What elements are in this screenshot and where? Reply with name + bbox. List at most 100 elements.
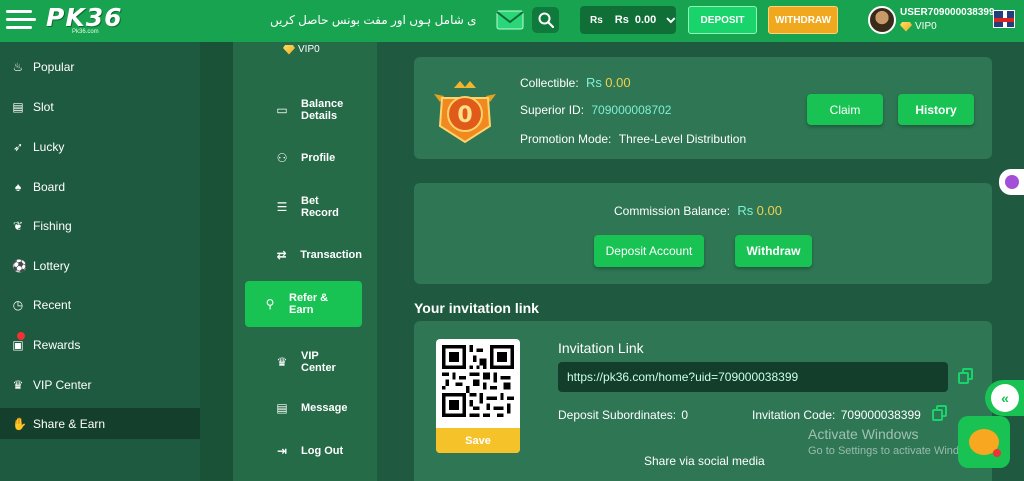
refer-icon: ⚲ (265, 297, 275, 311)
fish-icon: ❦ (12, 218, 24, 233)
account-item-profile[interactable]: ⚇ Profile (245, 135, 362, 181)
user-icon: ⚇ (276, 151, 288, 165)
account-item-label: VIP Center (301, 350, 336, 374)
account-item-refer-earn[interactable]: ⚲ Refer & Earn (245, 281, 362, 327)
invitation-link-title: Invitation Link (558, 340, 644, 356)
sidebar-item-fishing[interactable]: ❦ Fishing (0, 210, 200, 241)
deposit-subordinates-label: Deposit Subordinates: (558, 408, 677, 422)
claim-button[interactable]: Claim (807, 94, 883, 125)
deposit-button[interactable]: DEPOSIT (688, 6, 757, 34)
gift-icon: ▣ (12, 337, 24, 352)
collectible-label: Collectible: (520, 76, 579, 90)
sidebar-item-slot[interactable]: ▤ Slot (0, 91, 200, 122)
sidebar-item-label: Board (33, 179, 66, 194)
collectible-row: Collectible: Rs 0.00 (520, 75, 631, 90)
copy-code-icon[interactable] (932, 405, 948, 422)
account-item-transaction[interactable]: ⇄ Transaction (245, 232, 362, 278)
logo-subtitle: Pk36.com (72, 29, 99, 35)
invitation-link-value: https://pk36.com/home?uid=709000038399 (567, 370, 799, 384)
share-social-label: Share via social media (644, 454, 765, 468)
collapse-button[interactable]: « (985, 380, 1024, 416)
sidebar-item-share-earn[interactable]: ✋ Share & Earn (0, 408, 200, 439)
content-gutter (200, 42, 233, 481)
live-chat-button[interactable] (958, 416, 1010, 468)
diamond-icon (283, 44, 295, 55)
deposit-account-button[interactable]: Deposit Account (594, 235, 704, 267)
sidebar-item-label: Share & Earn (33, 416, 106, 431)
uk-flag-icon[interactable] (993, 10, 1015, 28)
account-item-label: Profile (301, 152, 336, 164)
menu-icon[interactable] (6, 8, 36, 32)
sidebar-item-lucky[interactable]: ➶ Lucky (0, 131, 200, 162)
commission-value: 0.00 (756, 203, 782, 218)
deposit-subordinates-row: Deposit Subordinates: 0 (558, 408, 688, 422)
collectible-value: 0.00 (605, 75, 631, 90)
logo[interactable]: PK36 (46, 3, 123, 32)
account-item-vip-center[interactable]: ♛ VIP Center (245, 339, 362, 385)
diamond-icon (900, 21, 912, 32)
vip-level: VIP0 (915, 21, 937, 32)
windows-activation-title: Activate Windows (808, 426, 919, 442)
account-item-log-out[interactable]: ⇥ Log Out (245, 428, 362, 474)
account-item-label: Log Out (301, 445, 344, 457)
floating-side-tab[interactable] (999, 169, 1024, 195)
history-button[interactable]: History (898, 94, 974, 125)
account-item-label: Balance Details (301, 98, 344, 122)
promotion-mode-value: Three-Level Distribution (618, 132, 747, 146)
search-button[interactable] (532, 7, 559, 33)
message-icon: ▤ (276, 401, 288, 415)
promotion-mode-row: Promotion Mode: Three-Level Distribution (520, 132, 746, 146)
sidebar-item-label: VIP Center (33, 377, 92, 392)
commission-balance-label: Commission Balance: (614, 204, 731, 218)
sidebar-item-board[interactable]: ♠ Board (0, 171, 200, 202)
account-menu: VIP0 ▭ Balance Details ⚇ Profile ☰ Bet R… (233, 42, 377, 481)
commission-balance-row: Commission Balance: Rs 0.00 (614, 203, 782, 218)
account-item-message[interactable]: ▤ Message (245, 385, 362, 431)
sidebar-item-popular[interactable]: ♨ Popular (0, 51, 200, 82)
ball-icon: ⚽ (12, 258, 27, 273)
account-vip-level: VIP0 (298, 44, 320, 55)
sidebar-item-label: Recent (33, 297, 72, 312)
qr-code[interactable] (442, 345, 514, 417)
commission-withdraw-button[interactable]: Withdraw (735, 235, 812, 267)
sidebar-item-label: Lucky (33, 139, 65, 154)
announcement-marquee: ی شامل ہوں اور مفت بونس حاصل کریں (270, 13, 477, 27)
vip-badge: VIP0 (900, 21, 937, 32)
save-qr-button[interactable]: Save (436, 428, 520, 453)
double-chevron-left-icon: « (991, 384, 1019, 412)
sidebar-item-label: Fishing (33, 218, 72, 233)
notification-dot (17, 332, 25, 340)
sidebar-item-label: Rewards (33, 337, 81, 352)
superior-id-row: Superior ID: 709000008702 (520, 103, 671, 117)
clock-icon: ◷ (12, 297, 24, 312)
sidebar-item-rewards[interactable]: ▣ Rewards (0, 329, 200, 360)
chevron-down-icon (666, 16, 676, 23)
level-badge-icon: 0 (434, 81, 496, 144)
mail-icon[interactable] (496, 9, 524, 31)
invitation-code-label: Invitation Code: (752, 408, 836, 422)
badge-level: 0 (457, 103, 472, 128)
search-icon (538, 12, 554, 28)
invitation-link-field[interactable]: https://pk36.com/home?uid=709000038399 (558, 362, 948, 392)
account-item-bet-record[interactable]: ☰ Bet Record (245, 184, 362, 230)
copy-link-icon[interactable] (958, 368, 974, 385)
avatar[interactable] (868, 6, 896, 34)
rocket-icon: ➶ (12, 139, 24, 154)
account-item-label: Bet Record (301, 195, 339, 219)
sidebar-item-recent[interactable]: ◷ Recent (0, 289, 200, 320)
balance-dropdown[interactable]: Rs Rs 0.00 (580, 6, 676, 34)
account-item-balance-details[interactable]: ▭ Balance Details (245, 87, 362, 133)
withdraw-button[interactable]: WITHDRAW (768, 6, 838, 34)
record-icon: ☰ (276, 200, 288, 214)
commission-card (414, 183, 992, 284)
commission-currency: Rs (737, 203, 754, 218)
superior-id-value: 709000008702 (591, 103, 672, 117)
sidebar-item-lottery[interactable]: ⚽ Lottery (0, 250, 200, 281)
deposit-subordinates-value: 0 (681, 408, 689, 422)
username[interactable]: USER709000038399 (900, 7, 995, 18)
balance-value: 0.00 (634, 14, 657, 26)
account-vip-badge: VIP0 (283, 44, 320, 55)
account-item-label: Message (301, 402, 348, 414)
account-item-label: Refer & Earn (289, 292, 329, 316)
sidebar-item-vip-center[interactable]: ♛ VIP Center (0, 369, 200, 400)
